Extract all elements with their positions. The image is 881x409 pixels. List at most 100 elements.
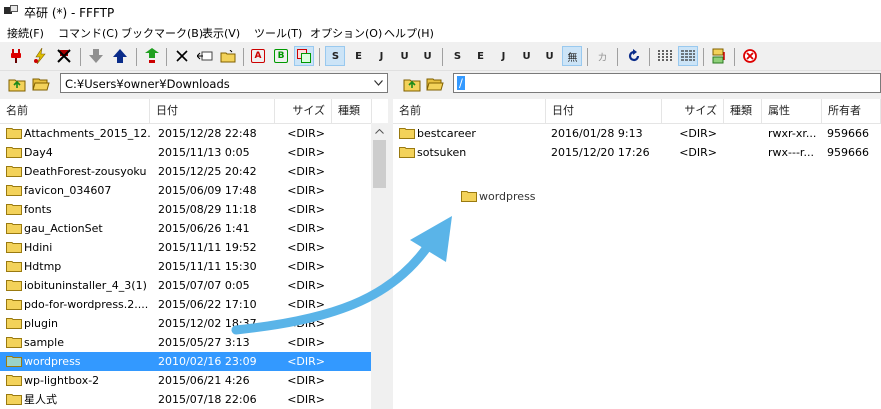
file-row[interactable]: plugin 2015/12/02 18:37 <DIR> [0, 314, 371, 333]
menu-command[interactable]: コマンド(C) [58, 25, 118, 41]
file-name: Hdtmp [24, 260, 62, 273]
binary-mode-button[interactable]: B [271, 46, 291, 66]
local-scrollbar[interactable] [371, 123, 388, 409]
column-header-attr[interactable]: 属性 [762, 99, 822, 123]
remote-jis-button[interactable]: J [493, 46, 513, 66]
local-path-combobox[interactable]: C:¥Users¥owner¥Downloads [60, 73, 388, 93]
file-row[interactable]: DeathForest-zousyoku 2015/12/25 20:42 <DIR… [0, 162, 371, 181]
binary-icon: B [274, 49, 288, 63]
kanji-none-button[interactable]: 無 [562, 46, 582, 66]
remote-file-list[interactable]: 名前 日付 サイズ 種類 属性 所有者 bestcareer 2016/01/28… [393, 99, 881, 409]
kana-button[interactable]: カ [592, 46, 612, 66]
file-row[interactable]: fonts 2015/08/29 11:18 <DIR> [0, 200, 371, 219]
toolbar-separator [649, 48, 650, 66]
folder-up-icon[interactable] [403, 75, 421, 93]
file-row[interactable]: Day4 2015/11/13 0:05 <DIR> [0, 143, 371, 162]
column-header-name[interactable]: 名前 [0, 99, 150, 123]
file-row[interactable]: sotsuken 2015/12/20 17:26 <DIR> rwx---r... 9… [393, 143, 881, 162]
file-row[interactable]: Hdtmp 2015/11/11 15:30 <DIR> [0, 257, 371, 276]
scrollbar-thumb[interactable] [373, 140, 386, 188]
column-header-date[interactable]: 日付 [150, 99, 275, 123]
file-date: 2015/12/02 18:37 [158, 317, 257, 330]
file-row[interactable]: favicon_034607 2015/06/09 17:48 <DIR> [0, 181, 371, 200]
file-size: <DIR> [287, 298, 325, 311]
column-header-type[interactable]: 種類 [332, 99, 372, 123]
abort-button[interactable] [740, 46, 760, 66]
file-name: favicon_034607 [24, 184, 112, 197]
folder-icon [6, 128, 22, 139]
quick-connect-button[interactable] [30, 46, 50, 66]
kanji-jis-button[interactable]: J [371, 46, 391, 66]
file-size: <DIR> [287, 279, 325, 292]
menu-bookmark[interactable]: ブックマーク(B) [121, 25, 203, 41]
jis-icon: J [501, 50, 506, 62]
file-row[interactable]: bestcareer 2016/01/28 9:13 <DIR> rwxr-xr...… [393, 124, 881, 143]
file-row[interactable]: Hdini 2015/11/11 19:52 <DIR> [0, 238, 371, 257]
file-row[interactable]: iobituninstaller_4_3(1) 2015/07/07 0:05 <D… [0, 276, 371, 295]
column-header-type[interactable]: 種類 [724, 99, 762, 123]
file-date: 2015/07/18 22:06 [158, 393, 257, 406]
menu-help[interactable]: ヘルプ(H) [384, 25, 434, 41]
file-name: bestcareer [417, 127, 476, 140]
file-row[interactable]: wordpress 2010/02/16 23:09 <DIR> [0, 352, 371, 371]
mirror-upload-button[interactable] [142, 46, 162, 66]
kanji-euc-button[interactable]: E [348, 46, 368, 66]
menu-view[interactable]: 表示(V) [202, 25, 240, 41]
utf8-icon: U [522, 50, 530, 62]
ascii-mode-button[interactable]: A [248, 46, 268, 66]
rename-button[interactable] [195, 46, 215, 66]
file-date: 2015/06/21 4:26 [158, 374, 250, 387]
file-row[interactable]: wp-lightbox-2 2015/06/21 4:26 <DIR> [0, 371, 371, 390]
remote-path-combobox[interactable]: / [453, 73, 881, 93]
sync-dir-button[interactable] [709, 46, 729, 66]
detail-view-button[interactable] [678, 46, 698, 66]
scroll-up-icon[interactable] [375, 129, 384, 134]
menu-tools[interactable]: ツール(T) [254, 25, 302, 41]
kanji-sjis-button[interactable]: S [325, 46, 345, 66]
column-header-size[interactable]: サイズ [662, 99, 724, 123]
kanji-utf8-button[interactable]: U [394, 46, 414, 66]
auto-mode-button[interactable] [294, 46, 314, 66]
download-button[interactable] [86, 46, 106, 66]
local-file-list[interactable]: 名前 日付 サイズ 種類 Attachments_2015_12... 2015/… [0, 99, 388, 409]
file-size: <DIR> [287, 165, 325, 178]
menu-connect[interactable]: 接続(F) [7, 25, 44, 41]
folder-up-icon[interactable] [8, 75, 26, 93]
list-view-button[interactable] [655, 46, 675, 66]
chevron-down-icon[interactable] [370, 74, 387, 92]
file-name: fonts [24, 203, 52, 216]
column-header-size[interactable]: サイズ [275, 99, 332, 123]
local-path-bar: C:¥Users¥owner¥Downloads [0, 72, 388, 96]
rename-icon [197, 51, 213, 61]
drag-ghost-label: wordpress [479, 190, 536, 203]
menu-options[interactable]: オプション(O) [310, 25, 382, 41]
refresh-button[interactable] [624, 46, 644, 66]
disconnect-button[interactable] [54, 46, 74, 66]
column-header-date[interactable]: 日付 [546, 99, 662, 123]
file-row[interactable]: 星人式 2015/07/18 22:06 <DIR> [0, 390, 371, 409]
file-row[interactable]: pdo-for-wordpress.2.... 2015/06/22 17:10 <… [0, 295, 371, 314]
remote-euc-button[interactable]: E [470, 46, 490, 66]
upload-button[interactable] [110, 46, 130, 66]
toolbar-separator [734, 48, 735, 66]
file-size: <DIR> [287, 317, 325, 330]
folder-open-icon[interactable] [426, 75, 444, 93]
kanji-utf8bom-button[interactable]: U [417, 46, 437, 66]
file-size: <DIR> [287, 222, 325, 235]
lightning-icon [34, 48, 46, 64]
connect-button[interactable] [6, 46, 26, 66]
file-row[interactable]: sample 2015/05/27 3:13 <DIR> [0, 333, 371, 352]
folder-open-icon[interactable] [32, 75, 50, 93]
column-header-owner[interactable]: 所有者 [822, 99, 881, 123]
remote-sjis-button[interactable]: S [447, 46, 467, 66]
remote-utf8bom-button[interactable]: U [539, 46, 559, 66]
file-date: 2015/06/22 17:10 [158, 298, 257, 311]
file-date: 2015/12/25 20:42 [158, 165, 257, 178]
delete-button[interactable] [172, 46, 192, 66]
euc-icon: E [477, 50, 484, 62]
remote-utf8-button[interactable]: U [516, 46, 536, 66]
file-row[interactable]: Attachments_2015_12... 2015/12/28 22:48 <D… [0, 124, 371, 143]
mkdir-button[interactable] [218, 46, 238, 66]
column-header-name[interactable]: 名前 [393, 99, 546, 123]
file-row[interactable]: gau_ActionSet 2015/06/26 1:41 <DIR> [0, 219, 371, 238]
